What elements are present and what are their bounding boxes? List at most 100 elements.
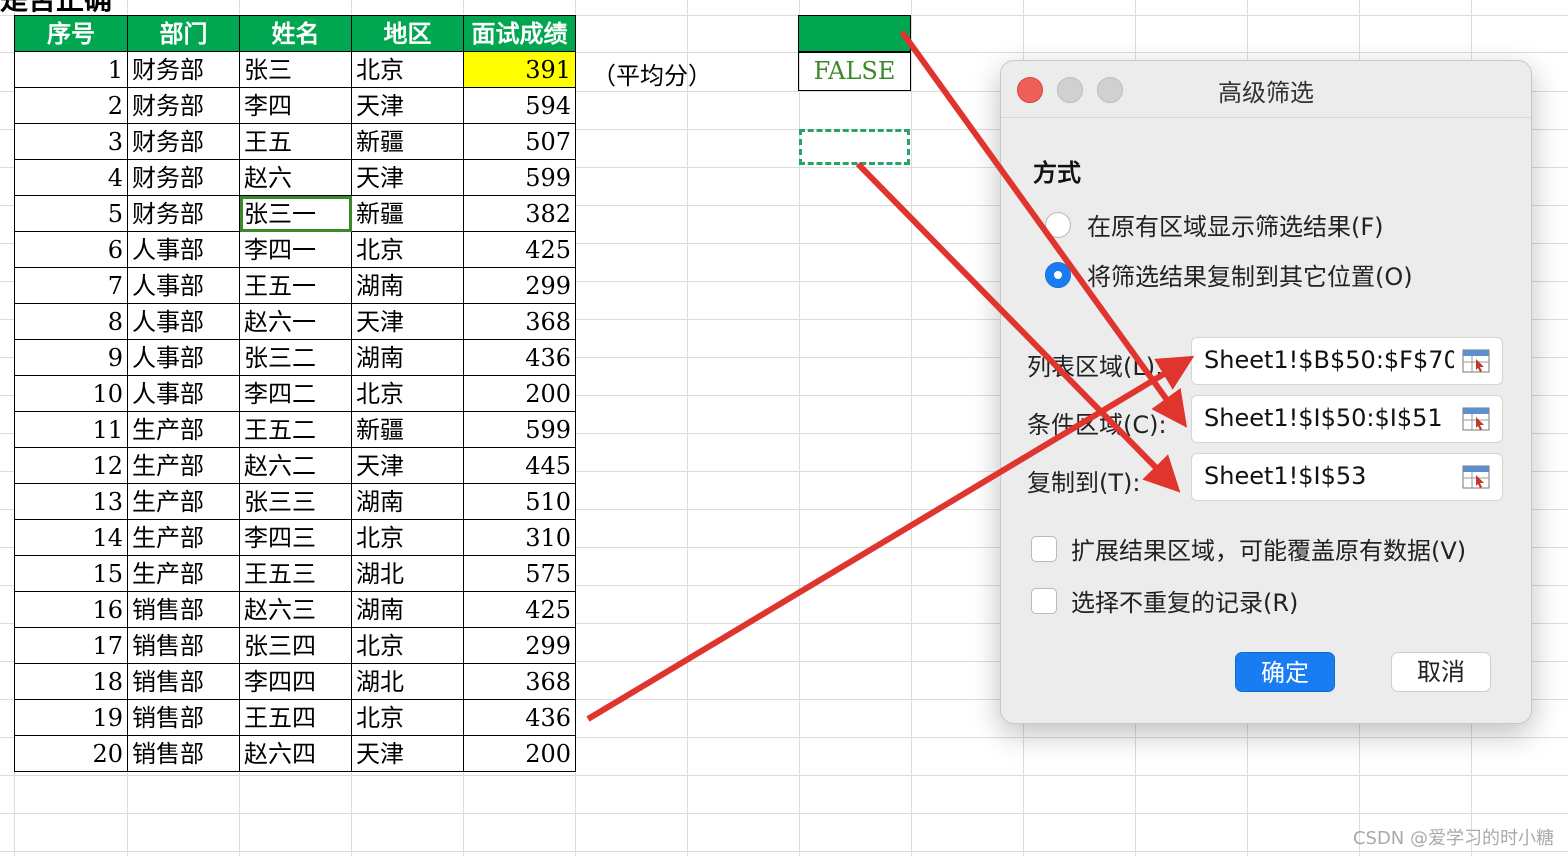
cell-row-index[interactable]: 10 (14, 375, 128, 412)
cell-name[interactable]: 张三 (239, 51, 352, 88)
radio-filter-in-place[interactable]: 在原有区域显示筛选结果(F) (1045, 207, 1384, 242)
cell-score[interactable]: 382 (463, 195, 576, 232)
copy-to-input[interactable]: Sheet1!$I$53 (1204, 462, 1454, 490)
cell-region[interactable]: 北京 (351, 231, 464, 268)
cell-row-index[interactable]: 2 (14, 87, 128, 124)
cell-row-index[interactable]: 5 (14, 195, 128, 232)
range-select-icon[interactable] (1462, 465, 1490, 489)
cell-name[interactable]: 赵六四 (239, 735, 352, 772)
cell-name[interactable]: 张三二 (239, 339, 352, 376)
cell-row-index[interactable]: 17 (14, 627, 128, 664)
cell-region[interactable]: 天津 (351, 303, 464, 340)
cell-row-index[interactable]: 20 (14, 735, 128, 772)
cell-score[interactable]: 436 (463, 699, 576, 736)
cell-score[interactable]: 445 (463, 447, 576, 484)
radio-button-off[interactable] (1045, 211, 1071, 238)
cell-region[interactable]: 湖北 (351, 663, 464, 700)
cell-department[interactable]: 人事部 (127, 339, 240, 376)
cell-name[interactable]: 赵六三 (239, 591, 352, 628)
cell-department[interactable]: 销售部 (127, 663, 240, 700)
copy-to-field[interactable]: Sheet1!$I$53 (1191, 453, 1503, 501)
cell-department[interactable]: 财务部 (127, 123, 240, 160)
cell-score[interactable]: 507 (463, 123, 576, 160)
ok-button[interactable]: 确定 (1235, 652, 1335, 692)
cell-score[interactable]: 391 (463, 51, 576, 88)
cell-score[interactable]: 425 (463, 591, 576, 628)
cell-row-index[interactable]: 12 (14, 447, 128, 484)
cell-row-index[interactable]: 9 (14, 339, 128, 376)
unique-records-option[interactable]: 选择不重复的记录(R) (1031, 583, 1298, 618)
cancel-button[interactable]: 取消 (1391, 652, 1491, 692)
header-department[interactable]: 部门 (127, 15, 240, 52)
cell-region[interactable]: 新疆 (351, 195, 464, 232)
cell-row-index[interactable]: 14 (14, 519, 128, 556)
cell-row-index[interactable]: 13 (14, 483, 128, 520)
cell-score[interactable]: 599 (463, 159, 576, 196)
cell-score[interactable]: 200 (463, 735, 576, 772)
range-select-icon[interactable] (1462, 349, 1490, 373)
radio-button-on[interactable] (1045, 261, 1071, 288)
cell-row-index[interactable]: 11 (14, 411, 128, 448)
header-index[interactable]: 序号 (14, 15, 128, 52)
cell-score[interactable]: 599 (463, 411, 576, 448)
cell-region[interactable]: 湖南 (351, 483, 464, 520)
cell-region[interactable]: 天津 (351, 735, 464, 772)
criteria-value-cell[interactable]: FALSE (798, 52, 911, 91)
cell-row-index[interactable]: 1 (14, 51, 128, 88)
cell-department[interactable]: 财务部 (127, 195, 240, 232)
cell-name[interactable]: 王五一 (239, 267, 352, 304)
cell-region[interactable]: 北京 (351, 51, 464, 88)
cell-row-index[interactable]: 8 (14, 303, 128, 340)
cell-name[interactable]: 王五 (239, 123, 352, 160)
cell-name[interactable]: 李四 (239, 87, 352, 124)
cell-region[interactable]: 天津 (351, 87, 464, 124)
cell-region[interactable]: 湖南 (351, 591, 464, 628)
cell-row-index[interactable]: 4 (14, 159, 128, 196)
cell-department[interactable]: 人事部 (127, 303, 240, 340)
cell-name[interactable]: 张三四 (239, 627, 352, 664)
cell-score[interactable]: 310 (463, 519, 576, 556)
cell-score[interactable]: 200 (463, 375, 576, 412)
cell-score[interactable]: 594 (463, 87, 576, 124)
cell-region[interactable]: 新疆 (351, 123, 464, 160)
cell-score[interactable]: 299 (463, 267, 576, 304)
cell-name[interactable]: 李四四 (239, 663, 352, 700)
cell-region[interactable]: 北京 (351, 375, 464, 412)
cell-score[interactable]: 368 (463, 303, 576, 340)
cell-region[interactable]: 北京 (351, 699, 464, 736)
cell-name[interactable]: 王五二 (239, 411, 352, 448)
cell-name[interactable]: 赵六二 (239, 447, 352, 484)
cell-name[interactable]: 李四三 (239, 519, 352, 556)
cell-row-index[interactable]: 19 (14, 699, 128, 736)
cell-name[interactable]: 张三一 (239, 195, 352, 232)
cell-department[interactable]: 销售部 (127, 699, 240, 736)
cell-region[interactable]: 北京 (351, 627, 464, 664)
cell-department[interactable]: 生产部 (127, 447, 240, 484)
cell-row-index[interactable]: 6 (14, 231, 128, 268)
cell-region[interactable]: 天津 (351, 447, 464, 484)
header-name[interactable]: 姓名 (239, 15, 352, 52)
cell-row-index[interactable]: 16 (14, 591, 128, 628)
cell-score[interactable]: 299 (463, 627, 576, 664)
cell-score[interactable]: 425 (463, 231, 576, 268)
cell-score[interactable]: 510 (463, 483, 576, 520)
cell-name[interactable]: 王五三 (239, 555, 352, 592)
cell-department[interactable]: 人事部 (127, 231, 240, 268)
cell-department[interactable]: 财务部 (127, 87, 240, 124)
header-region[interactable]: 地区 (351, 15, 464, 52)
cell-row-index[interactable]: 18 (14, 663, 128, 700)
cell-region[interactable]: 北京 (351, 519, 464, 556)
cell-department[interactable]: 生产部 (127, 411, 240, 448)
criteria-header-cell[interactable] (798, 15, 911, 52)
radio-copy-to-location[interactable]: 将筛选结果复制到其它位置(O) (1045, 257, 1413, 292)
cell-score[interactable]: 368 (463, 663, 576, 700)
cell-department[interactable]: 销售部 (127, 735, 240, 772)
cell-region[interactable]: 天津 (351, 159, 464, 196)
cell-region[interactable]: 湖北 (351, 555, 464, 592)
cell-row-index[interactable]: 7 (14, 267, 128, 304)
cell-department[interactable]: 销售部 (127, 591, 240, 628)
cell-score[interactable]: 436 (463, 339, 576, 376)
criteria-range-input[interactable]: Sheet1!$I$50:$I$51 (1204, 404, 1454, 432)
list-range-field[interactable]: Sheet1!$B$50:$F$70 (1191, 337, 1503, 385)
cell-name[interactable]: 李四二 (239, 375, 352, 412)
